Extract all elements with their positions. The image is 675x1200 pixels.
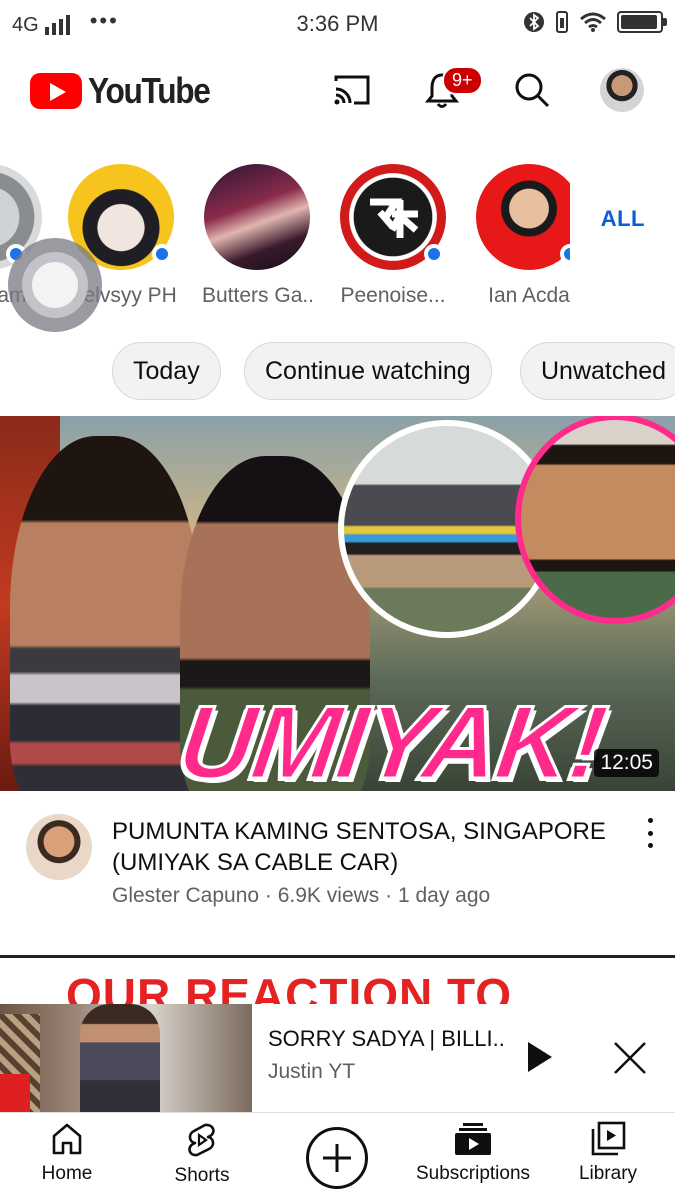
notification-badge: 9+ [442, 66, 483, 95]
library-icon [591, 1121, 626, 1156]
filter-chips: Today Continue watching Unwatched [0, 342, 675, 402]
shorts-icon [188, 1123, 215, 1157]
more-options-icon[interactable] [643, 818, 657, 848]
top-app-bar: YouTube 9+ [0, 60, 675, 124]
notifications-button[interactable]: 9+ [420, 66, 483, 112]
cast-button[interactable] [330, 68, 374, 112]
nav-subscriptions-label: Subscriptions [415, 1163, 531, 1184]
mini-player[interactable]: SORRY SADYA | BILLI.. Justin YT [0, 1004, 675, 1112]
person-left [10, 436, 200, 791]
channel-avatar [340, 164, 446, 270]
channel-avatar [204, 164, 310, 270]
nav-home-label: Home [41, 1163, 93, 1184]
nav-library-label: Library [578, 1163, 638, 1184]
video-duration: 12:05 [594, 749, 659, 777]
channel-item[interactable]: Ian Acda [474, 164, 584, 308]
inset-circle-face [515, 416, 675, 624]
channel-avatar[interactable] [26, 814, 92, 880]
channel-name: Butters Ga... [202, 284, 312, 307]
search-button[interactable] [510, 68, 554, 112]
video-title[interactable]: PUMUNTA KAMING SENTOSA, SINGAPORE (UMIYA… [112, 816, 612, 878]
channel-name: Peenoise... [340, 284, 446, 307]
nav-shorts-label: Shorts [174, 1165, 230, 1186]
thumb-person [80, 1004, 160, 1112]
nav-shorts[interactable]: Shorts [142, 1121, 262, 1187]
bottom-navigation: Home Shorts Subscriptions Library [0, 1112, 675, 1200]
new-content-dot [424, 244, 444, 264]
wifi-icon [580, 12, 606, 32]
logo-text: YouTube [88, 70, 211, 111]
create-button[interactable] [306, 1127, 368, 1189]
all-channels-link[interactable]: ALL [601, 206, 645, 232]
video-meta: Glester Capuno · 6.9K views · 1 day ago [112, 884, 491, 907]
subscriptions-icon [455, 1123, 491, 1155]
close-icon[interactable] [612, 1040, 648, 1076]
youtube-logo[interactable]: YouTube [30, 70, 226, 112]
cast-icon [334, 75, 370, 105]
nav-subscriptions[interactable]: Subscriptions [413, 1121, 533, 1185]
channel-avatar [476, 164, 582, 270]
status-bar: 4G ••• 3:36 PM [0, 0, 675, 48]
mini-player-thumbnail[interactable] [0, 1004, 252, 1112]
chip-unwatched[interactable]: Unwatched [520, 342, 675, 400]
new-content-dot [152, 244, 172, 264]
nav-library[interactable]: Library [548, 1121, 668, 1185]
mini-player-title[interactable]: SORRY SADYA | BILLI.. [268, 1026, 505, 1052]
channel-item[interactable]: Peenoise... [338, 164, 448, 308]
chip-today[interactable]: Today [112, 342, 221, 400]
account-button[interactable] [600, 68, 644, 112]
mini-player-channel: Justin YT [268, 1060, 356, 1083]
home-icon [52, 1123, 82, 1155]
search-icon [515, 73, 550, 108]
video-thumbnail[interactable]: UMIYAK! 12:05 [0, 416, 675, 791]
thumb-bag [0, 1074, 30, 1112]
thumbnail-overlay-text: UMIYAK! [170, 684, 612, 792]
touch-indicator [8, 238, 102, 332]
plus-icon [323, 1144, 351, 1172]
channel-item[interactable]: Butters Ga... [202, 164, 312, 308]
channel-name: Ian Acda [488, 284, 570, 307]
row-clip [570, 160, 590, 310]
vibrate-icon [556, 11, 568, 33]
status-right [523, 10, 667, 34]
nav-home[interactable]: Home [7, 1121, 127, 1185]
video-details[interactable]: PUMUNTA KAMING SENTOSA, SINGAPORE (UMIYA… [0, 812, 675, 932]
play-icon[interactable] [528, 1042, 552, 1072]
avatar [600, 68, 644, 112]
youtube-play-icon [30, 73, 82, 109]
battery-icon [617, 11, 667, 33]
chip-continue-watching[interactable]: Continue watching [244, 342, 492, 400]
bluetooth-icon [524, 12, 544, 32]
